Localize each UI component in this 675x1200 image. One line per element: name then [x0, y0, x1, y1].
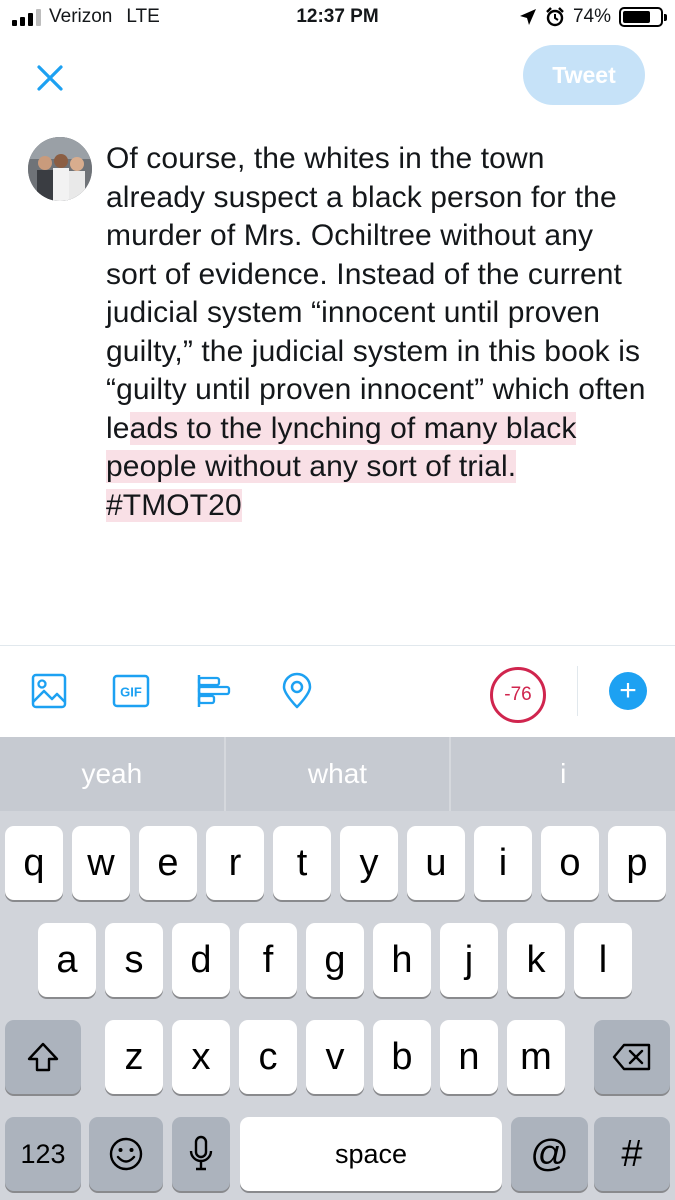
battery-fill [623, 11, 650, 23]
key-l[interactable]: l [574, 923, 632, 997]
tweet-text-within-limit: Of course, the whites in the town alread… [106, 142, 646, 445]
backspace-key[interactable] [594, 1020, 670, 1094]
add-icon[interactable]: + [609, 672, 647, 710]
space-key[interactable]: space [240, 1117, 502, 1191]
key-w[interactable]: w [72, 826, 130, 900]
microphone-icon [189, 1135, 213, 1171]
key-r[interactable]: r [206, 826, 264, 900]
location-arrow-icon [519, 9, 536, 25]
alarm-clock-icon [546, 7, 564, 27]
predictive-text-bar: yeah what i [0, 737, 675, 811]
location-pin-icon[interactable] [278, 672, 316, 710]
key-y[interactable]: y [340, 826, 398, 900]
battery-icon [619, 7, 667, 27]
close-icon[interactable] [30, 58, 70, 98]
key-d[interactable]: d [172, 923, 230, 997]
key-c[interactable]: c [239, 1020, 297, 1094]
image-icon[interactable] [30, 672, 68, 710]
numbers-key[interactable]: 123 [5, 1117, 81, 1191]
hash-key[interactable]: # [594, 1117, 670, 1191]
key-x[interactable]: x [172, 1020, 230, 1094]
backspace-icon [612, 1043, 651, 1071]
status-bar: Verizon LTE 12:37 PM 74% [0, 0, 675, 40]
key-b[interactable]: b [373, 1020, 431, 1094]
key-g[interactable]: g [306, 923, 364, 997]
tweet-button[interactable]: Tweet [523, 45, 645, 105]
dictation-key[interactable] [172, 1117, 230, 1191]
suggestion-3[interactable]: i [451, 737, 675, 811]
key-j[interactable]: j [440, 923, 498, 997]
avatar [28, 137, 92, 201]
key-p[interactable]: p [608, 826, 666, 900]
battery-percent: 74% [572, 6, 611, 27]
key-o[interactable]: o [541, 826, 599, 900]
key-e[interactable]: e [139, 826, 197, 900]
key-t[interactable]: t [273, 826, 331, 900]
key-f[interactable]: f [239, 923, 297, 997]
tweet-text-over-limit: ads to the lynching of many black people… [106, 411, 577, 522]
suggestion-2[interactable]: what [226, 737, 452, 811]
emoji-key[interactable] [89, 1117, 163, 1191]
tweet-text-input[interactable]: Of course, the whites in the town alread… [106, 140, 651, 525]
keyboard: yeah what i q w e r t y u i o p a s d f … [0, 737, 675, 1200]
key-s[interactable]: s [105, 923, 163, 997]
svg-text:GIF: GIF [120, 685, 142, 700]
key-n[interactable]: n [440, 1020, 498, 1094]
gif-icon[interactable]: GIF [112, 672, 150, 710]
key-u[interactable]: u [407, 826, 465, 900]
poll-icon[interactable] [195, 672, 233, 710]
character-counter: -76 [490, 667, 546, 723]
key-z[interactable]: z [105, 1020, 163, 1094]
key-v[interactable]: v [306, 1020, 364, 1094]
key-i[interactable]: i [474, 826, 532, 900]
shift-key[interactable] [5, 1020, 81, 1094]
status-right: 74% [519, 6, 667, 28]
shift-icon [27, 1042, 59, 1072]
key-k[interactable]: k [507, 923, 565, 997]
key-h[interactable]: h [373, 923, 431, 997]
emoji-icon [109, 1137, 143, 1171]
at-key[interactable]: @ [511, 1117, 588, 1191]
key-m[interactable]: m [507, 1020, 565, 1094]
suggestion-1[interactable]: yeah [0, 737, 226, 811]
key-a[interactable]: a [38, 923, 96, 997]
compose-toolbar: GIF -76 + [0, 645, 675, 737]
toolbar-divider [577, 666, 578, 716]
key-q[interactable]: q [5, 826, 63, 900]
